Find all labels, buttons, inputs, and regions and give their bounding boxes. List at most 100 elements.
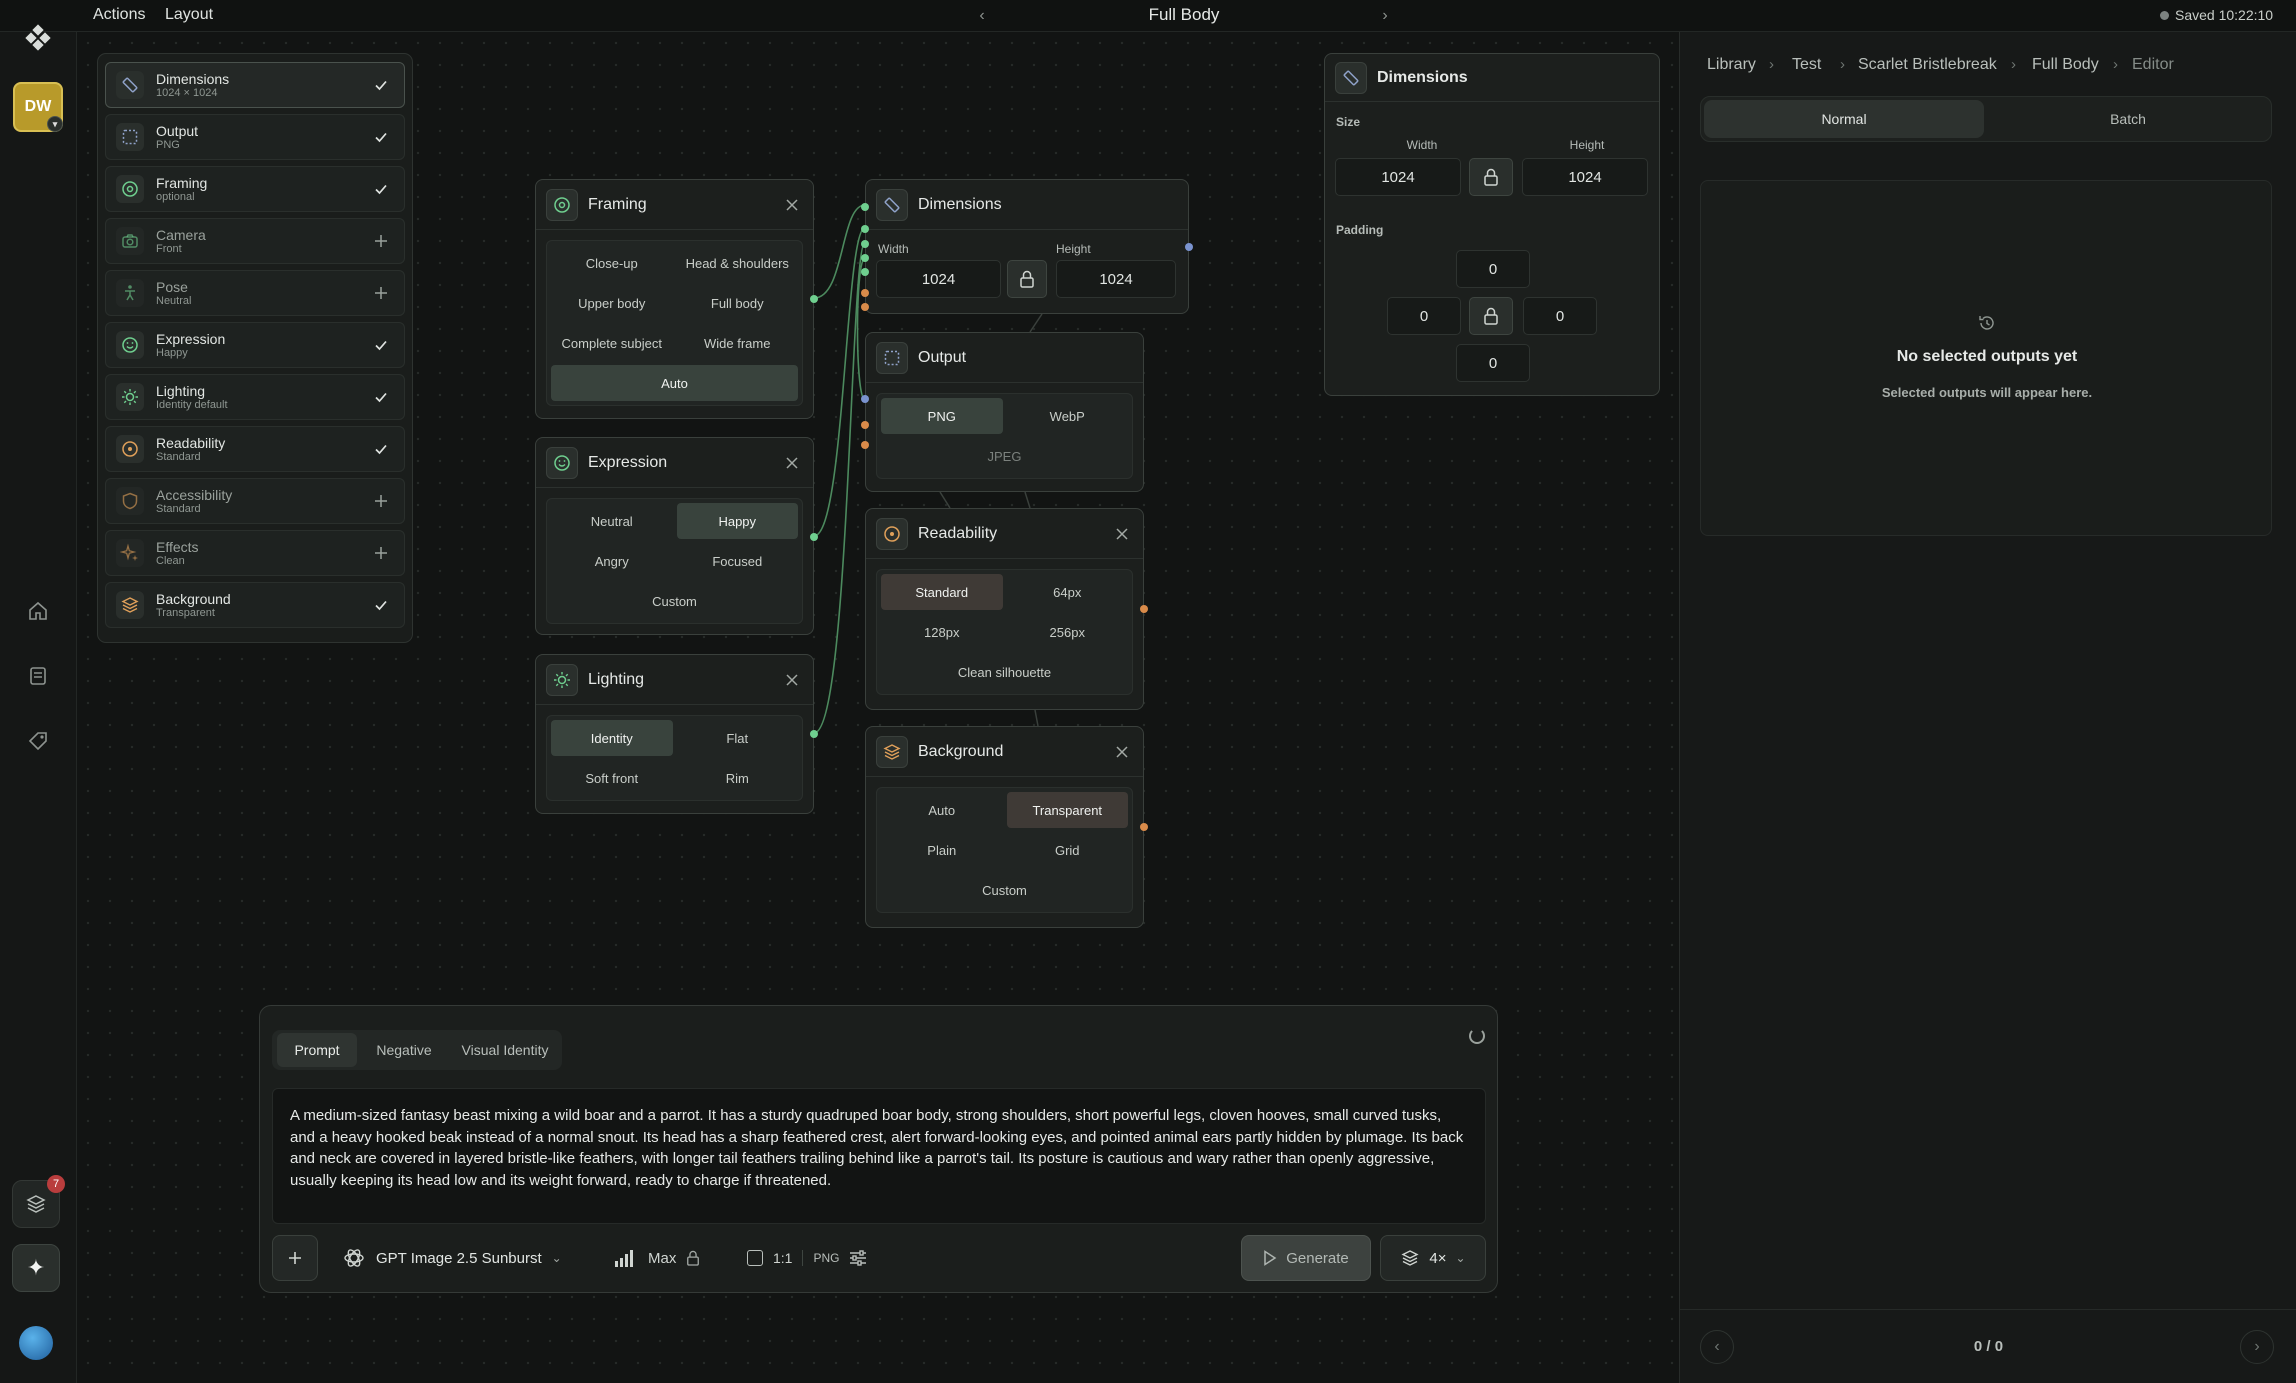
output-input-port-3[interactable] bbox=[861, 441, 869, 449]
framing-option-close-up[interactable]: Close-up bbox=[551, 245, 673, 281]
aspect-lock-icon[interactable] bbox=[1007, 260, 1047, 298]
lighting-option-soft-front[interactable]: Soft front bbox=[551, 760, 673, 796]
batch-count-selector[interactable]: 4× ⌄ bbox=[1380, 1235, 1486, 1281]
dimensions-input-port-6[interactable] bbox=[861, 289, 869, 297]
plus-icon[interactable] bbox=[368, 540, 394, 566]
quality-selector[interactable]: Max bbox=[614, 1243, 700, 1273]
dimensions-node[interactable]: Dimensions Width Height 1024 1024 bbox=[861, 179, 1193, 314]
dimensions-inspector[interactable]: Dimensions Size Width Height 1024 1024 P… bbox=[1324, 53, 1660, 396]
dimensions-height-input[interactable]: 1024 bbox=[1056, 260, 1176, 298]
check-icon[interactable] bbox=[368, 592, 394, 618]
breadcrumb-library[interactable]: Library bbox=[1707, 56, 1756, 74]
framing-node-header[interactable]: Framing bbox=[536, 180, 813, 230]
expression-option-happy[interactable]: Happy bbox=[676, 503, 798, 539]
lighting-option-rim[interactable]: Rim bbox=[677, 760, 799, 796]
close-icon[interactable] bbox=[1111, 523, 1133, 545]
model-selector[interactable]: GPT Image 2.5 Sunburst ⌄ bbox=[342, 1243, 562, 1273]
readability-option-clean-silhouette[interactable]: Clean silhouette bbox=[881, 654, 1128, 690]
dimensions-output-port[interactable] bbox=[1185, 243, 1193, 251]
expression-node[interactable]: Expression Neutral Happy Angry Focused C… bbox=[535, 437, 818, 635]
close-icon[interactable] bbox=[781, 452, 803, 474]
dimensions-input-port-5[interactable] bbox=[861, 268, 869, 276]
check-icon[interactable] bbox=[368, 436, 394, 462]
background-option-transparent[interactable]: Transparent bbox=[1006, 792, 1128, 828]
tab-prompt[interactable]: Prompt bbox=[277, 1033, 357, 1067]
output-node-header[interactable]: Output bbox=[866, 333, 1143, 383]
padding-left-input[interactable]: 0 bbox=[1387, 297, 1461, 335]
padding-right-input[interactable]: 0 bbox=[1523, 297, 1597, 335]
output-input-port[interactable] bbox=[861, 395, 869, 403]
framing-option-upper-body[interactable]: Upper body bbox=[551, 285, 673, 321]
padding-bottom-input[interactable]: 0 bbox=[1456, 344, 1530, 382]
dimensions-input-port[interactable] bbox=[861, 203, 869, 211]
format-settings[interactable]: 1:1 PNG bbox=[747, 1243, 867, 1273]
plus-icon[interactable] bbox=[368, 488, 394, 514]
expression-option-angry[interactable]: Angry bbox=[551, 543, 673, 579]
lighting-node[interactable]: Lighting Identity Flat Soft front Rim bbox=[535, 654, 818, 814]
lighting-node-header[interactable]: Lighting bbox=[536, 655, 813, 705]
prompt-textarea[interactable]: A medium-sized fantasy beast mixing a wi… bbox=[272, 1088, 1486, 1224]
framing-node[interactable]: Framing Close-up Head & shoulders Upper … bbox=[535, 179, 818, 419]
background-output-port[interactable] bbox=[1140, 823, 1148, 831]
dimensions-width-input[interactable]: 1024 bbox=[876, 260, 1001, 298]
step-item-expression[interactable]: Expression Happy bbox=[105, 322, 405, 368]
padding-top-input[interactable]: 0 bbox=[1456, 250, 1530, 288]
output-option-webp[interactable]: WebP bbox=[1007, 398, 1129, 434]
check-icon[interactable] bbox=[368, 124, 394, 150]
tab-visual-identity[interactable]: Visual Identity bbox=[451, 1033, 559, 1067]
inspector-width-input[interactable]: 1024 bbox=[1335, 158, 1461, 196]
step-item-framing[interactable]: Framing optional bbox=[105, 166, 405, 212]
close-icon[interactable] bbox=[1111, 741, 1133, 763]
output-option-png[interactable]: PNG bbox=[881, 398, 1003, 434]
expression-option-custom[interactable]: Custom bbox=[551, 583, 798, 619]
step-item-camera[interactable]: Camera Front bbox=[105, 218, 405, 264]
add-reference-plus-icon[interactable] bbox=[272, 1235, 318, 1281]
plus-icon[interactable] bbox=[368, 280, 394, 306]
lighting-output-port[interactable] bbox=[810, 730, 818, 738]
framing-option-auto[interactable]: Auto bbox=[551, 365, 798, 401]
readability-output-port[interactable] bbox=[1140, 605, 1148, 613]
expression-option-focused[interactable]: Focused bbox=[677, 543, 799, 579]
step-item-pose[interactable]: Pose Neutral bbox=[105, 270, 405, 316]
breadcrumb-full-body[interactable]: Full Body bbox=[2032, 56, 2099, 74]
check-icon[interactable] bbox=[368, 176, 394, 202]
background-option-plain[interactable]: Plain bbox=[881, 832, 1003, 868]
readability-option-256px[interactable]: 256px bbox=[1007, 614, 1129, 650]
inspector-height-input[interactable]: 1024 bbox=[1522, 158, 1648, 196]
readability-option-standard[interactable]: Standard bbox=[881, 574, 1003, 610]
background-option-grid[interactable]: Grid bbox=[1007, 832, 1129, 868]
step-item-dimensions[interactable]: Dimensions 1024 × 1024 bbox=[105, 62, 405, 108]
dimensions-input-port-4[interactable] bbox=[861, 254, 869, 262]
inspector-size-lock-icon[interactable] bbox=[1469, 158, 1513, 196]
framing-option-complete-subject[interactable]: Complete subject bbox=[551, 325, 673, 361]
dimensions-node-header[interactable]: Dimensions bbox=[866, 180, 1188, 230]
tab-normal[interactable]: Normal bbox=[1704, 100, 1984, 138]
framing-output-port[interactable] bbox=[810, 295, 818, 303]
expression-output-port[interactable] bbox=[810, 533, 818, 541]
quality-lock-icon[interactable] bbox=[686, 1250, 700, 1266]
readability-option-128px[interactable]: 128px bbox=[881, 614, 1003, 650]
dimensions-input-port-2[interactable] bbox=[861, 225, 869, 233]
tab-negative[interactable]: Negative bbox=[361, 1033, 447, 1067]
close-icon[interactable] bbox=[781, 194, 803, 216]
dimensions-input-port-3[interactable] bbox=[861, 240, 869, 248]
generate-button[interactable]: Generate bbox=[1241, 1235, 1371, 1281]
dimensions-input-port-7[interactable] bbox=[861, 303, 869, 311]
background-node-header[interactable]: Background bbox=[866, 727, 1143, 777]
expression-node-header[interactable]: Expression bbox=[536, 438, 813, 488]
check-icon[interactable] bbox=[368, 72, 394, 98]
output-node[interactable]: Output PNG WebP JPEG bbox=[861, 332, 1144, 492]
readability-node-header[interactable]: Readability bbox=[866, 509, 1143, 559]
step-item-readability[interactable]: Readability Standard bbox=[105, 426, 405, 472]
framing-option-wide-frame[interactable]: Wide frame bbox=[677, 325, 799, 361]
step-item-output[interactable]: Output PNG bbox=[105, 114, 405, 160]
background-node[interactable]: Background Auto Transparent Plain Grid C… bbox=[865, 726, 1148, 928]
readability-node[interactable]: Readability Standard 64px 128px 256px Cl… bbox=[865, 508, 1148, 710]
plus-icon[interactable] bbox=[368, 228, 394, 254]
step-item-effects[interactable]: Effects Clean bbox=[105, 530, 405, 576]
expression-option-neutral[interactable]: Neutral bbox=[551, 503, 673, 539]
next-output-chevron-right-icon[interactable]: › bbox=[2240, 1330, 2274, 1364]
check-icon[interactable] bbox=[368, 384, 394, 410]
step-item-lighting[interactable]: Lighting Identity default bbox=[105, 374, 405, 420]
lighting-option-identity[interactable]: Identity bbox=[551, 720, 673, 756]
